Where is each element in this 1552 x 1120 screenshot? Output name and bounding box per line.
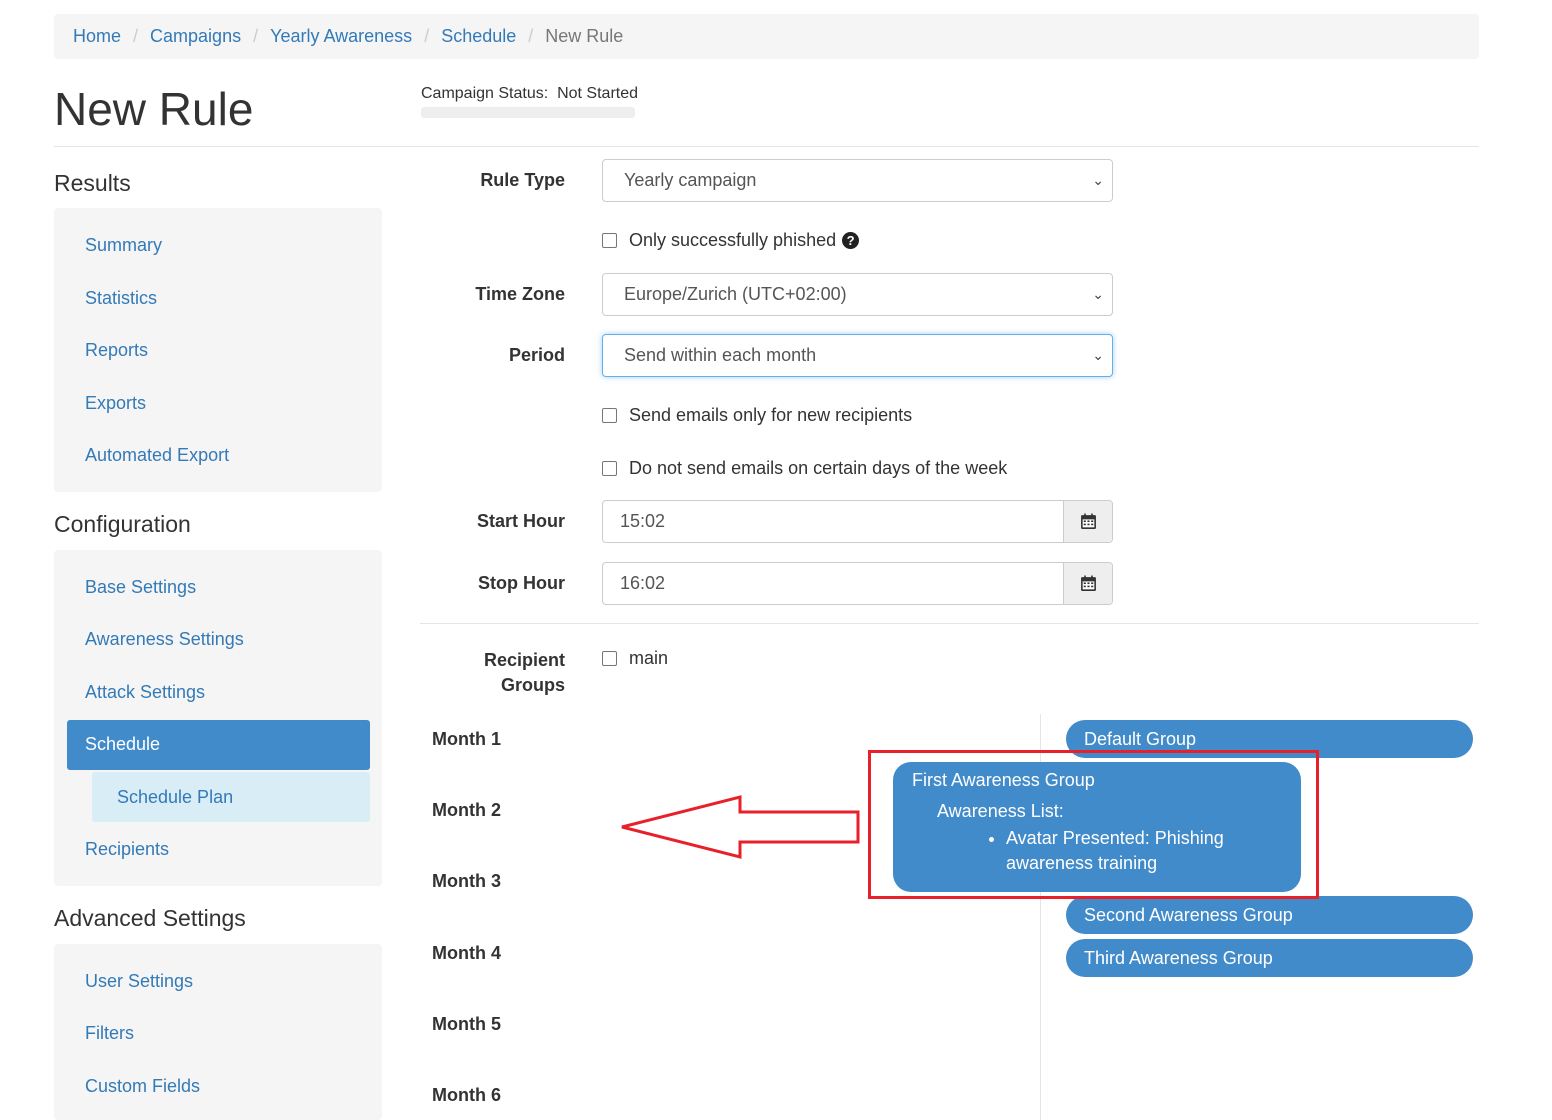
stop-hour-input[interactable]: 16:02	[602, 562, 1113, 605]
nav-attack-settings[interactable]: Attack Settings	[85, 682, 205, 703]
rule-type-label: Rule Type	[480, 170, 565, 190]
campaign-status-value: Not Started	[557, 85, 639, 102]
nav-summary[interactable]: Summary	[85, 235, 162, 256]
recipient-groups-label-line: Recipient	[483, 650, 565, 670]
start-hour-label: Start Hour	[476, 511, 565, 531]
nav-automated-export[interactable]: Automated Export	[85, 445, 229, 466]
recipient-group-main-label: main	[629, 648, 669, 668]
breadcrumb-separator: /	[133, 26, 139, 46]
breadcrumb-schedule[interactable]: Schedule	[441, 26, 516, 47]
nav-awareness-settings[interactable]: Awareness Settings	[85, 629, 244, 650]
month-3-label: Month 3	[432, 871, 501, 891]
recipient-group-main-checkbox[interactable]: main	[602, 648, 668, 669]
period-value: Send within each month	[624, 345, 817, 365]
second-awareness-group-pill[interactable]: Second Awareness Group	[1066, 896, 1473, 934]
only-phished-checkbox[interactable]: Only successfully phished ?	[602, 230, 860, 251]
checkbox-box[interactable]	[602, 461, 617, 476]
checkbox-box[interactable]	[602, 651, 617, 666]
stop-hour-value[interactable]: 16:02	[603, 563, 1063, 604]
calendar-icon[interactable]	[1063, 501, 1112, 542]
rule-type-value: Yearly campaign	[624, 170, 757, 190]
campaign-status-label: Campaign Status:	[421, 85, 549, 102]
start-hour-input[interactable]: 15:02	[602, 500, 1113, 543]
divider	[54, 146, 1479, 147]
breadcrumb-separator: /	[253, 26, 259, 46]
breadcrumb-campaigns[interactable]: Campaigns	[150, 26, 241, 47]
time-zone-label: Time Zone	[475, 284, 565, 304]
only-phished-label: Only successfully phished	[629, 230, 837, 250]
third-awareness-group-pill[interactable]: Third Awareness Group	[1066, 939, 1473, 977]
breadcrumb-current: New Rule	[545, 26, 624, 46]
checkbox-box[interactable]	[602, 408, 617, 423]
advanced-settings-nav: User Settings Filters Custom Fields	[54, 944, 382, 1120]
month-1-label: Month 1	[432, 729, 501, 749]
time-zone-value: Europe/Zurich (UTC+02:00)	[624, 284, 847, 304]
highlight-box	[868, 750, 1319, 899]
certain-days-checkbox[interactable]: Do not send emails on certain days of th…	[602, 458, 1007, 479]
breadcrumb-separator: /	[528, 26, 534, 46]
month-4-label: Month 4	[432, 943, 501, 963]
start-hour-value[interactable]: 15:02	[603, 501, 1063, 542]
nav-base-settings[interactable]: Base Settings	[85, 577, 196, 598]
question-circle-icon[interactable]: ?	[842, 232, 860, 249]
breadcrumb-home[interactable]: Home	[73, 26, 121, 47]
breadcrumb-yearly-awareness[interactable]: Yearly Awareness	[270, 26, 412, 47]
stop-hour-label: Stop Hour	[478, 573, 565, 593]
breadcrumb-separator: /	[424, 26, 430, 46]
calendar-icon[interactable]	[1063, 563, 1112, 604]
configuration-nav: Base Settings Awareness Settings Attack …	[54, 550, 382, 886]
results-heading: Results	[54, 170, 131, 196]
certain-days-label: Do not send emails on certain days of th…	[629, 458, 1008, 478]
recipient-groups-label: Recipient Groups	[440, 648, 565, 698]
campaign-status: Campaign Status: Not Started	[421, 85, 638, 103]
month-2-label: Month 2	[432, 800, 501, 820]
nav-filters[interactable]: Filters	[85, 1023, 134, 1044]
page-title: New Rule	[54, 83, 254, 135]
chevron-down-icon: ⌄	[1092, 347, 1104, 363]
configuration-heading: Configuration	[54, 511, 191, 537]
divider	[420, 623, 1479, 624]
nav-statistics[interactable]: Statistics	[85, 288, 157, 309]
period-label: Period	[508, 345, 565, 365]
month-6-label: Month 6	[432, 1085, 501, 1105]
month-5-label: Month 5	[432, 1014, 501, 1034]
nav-user-settings[interactable]: User Settings	[85, 971, 193, 992]
nav-schedule[interactable]: Schedule	[67, 720, 370, 770]
time-zone-select[interactable]: Europe/Zurich (UTC+02:00) ⌄	[602, 273, 1113, 316]
advanced-settings-heading: Advanced Settings	[54, 905, 246, 931]
chevron-down-icon: ⌄	[1092, 286, 1104, 302]
campaign-progress-bar	[421, 107, 635, 118]
annotation-arrow-icon	[621, 795, 860, 859]
period-select[interactable]: Send within each month ⌄	[602, 334, 1113, 377]
nav-schedule-plan[interactable]: Schedule Plan	[92, 772, 370, 822]
nav-recipients[interactable]: Recipients	[85, 839, 169, 860]
checkbox-box[interactable]	[602, 233, 617, 248]
recipient-groups-label-line: Groups	[500, 675, 565, 695]
nav-exports[interactable]: Exports	[85, 393, 146, 414]
breadcrumb: Home / Campaigns / Yearly Awareness / Sc…	[54, 14, 1479, 59]
new-recipients-checkbox[interactable]: Send emails only for new recipients	[602, 405, 912, 426]
chevron-down-icon: ⌄	[1092, 172, 1104, 188]
nav-custom-fields[interactable]: Custom Fields	[85, 1076, 200, 1097]
rule-type-select[interactable]: Yearly campaign ⌄	[602, 159, 1113, 202]
nav-reports[interactable]: Reports	[85, 340, 148, 361]
new-recipients-label: Send emails only for new recipients	[629, 405, 913, 425]
results-nav: Summary Statistics Reports Exports Autom…	[54, 208, 382, 492]
